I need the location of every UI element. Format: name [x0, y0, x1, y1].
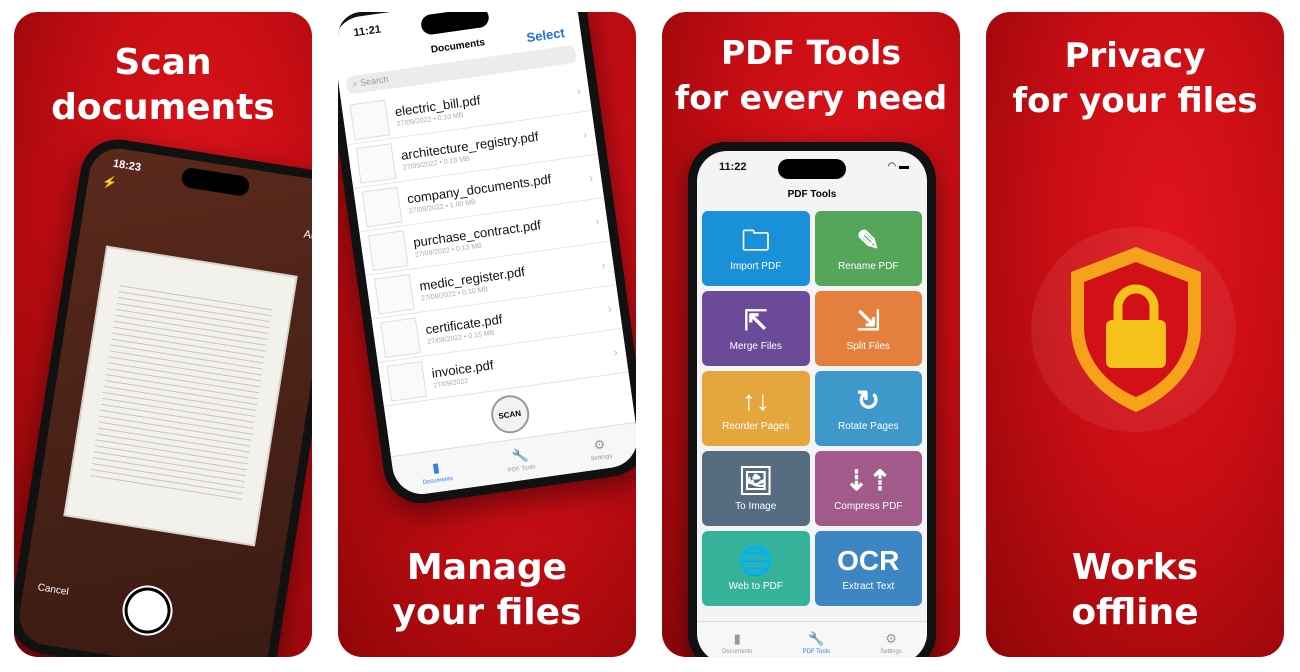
chevron-right-icon: ›	[606, 300, 613, 316]
tab-settings[interactable]: ⚙ Settings	[588, 435, 612, 462]
panel-privacy: Privacy for your files Works offline	[986, 12, 1284, 657]
compress-icon: ⇣⇡	[844, 464, 892, 496]
panel-pdf-tools: PDF Tools for every need 11:22 ◠ ▬ PDF To…	[662, 12, 960, 657]
gear-icon: ⚙	[592, 435, 607, 453]
tool-split-files[interactable]: ⇲ Split Files	[814, 291, 922, 366]
tool-label: Import PDF	[730, 260, 782, 272]
document-icon: ▮	[733, 630, 741, 646]
tool-rotate-pages[interactable]: ↻ Rotate Pages	[814, 371, 922, 446]
headline: Scan documents	[51, 42, 275, 128]
tool-merge-files[interactable]: ⇱ Merge Files	[702, 291, 810, 366]
tab-pdf-tools[interactable]: 🔧 PDF Tools	[803, 631, 831, 655]
gear-icon: ⚙	[885, 630, 897, 646]
tool-label: Compress PDF	[834, 500, 903, 512]
chevron-right-icon: ›	[575, 82, 582, 98]
scanned-document	[65, 247, 296, 545]
file-thumbnail	[355, 142, 397, 184]
wrench-icon: 🔧	[510, 446, 529, 464]
chevron-right-icon: ›	[588, 169, 594, 185]
image-icon: 🖼	[737, 464, 774, 496]
reorder-arrows-icon: ↑↓	[741, 384, 770, 416]
scan-button[interactable]: SCAN	[488, 392, 532, 436]
tool-label: To Image	[735, 500, 777, 512]
tool-label: Web to PDF	[728, 580, 783, 592]
file-thumbnail	[373, 273, 415, 315]
file-thumbnail	[361, 186, 403, 227]
phone-mockup: 18:23 ⚡ Auto Cancel	[14, 134, 312, 657]
tool-label: Split Files	[846, 340, 890, 352]
shutter-button[interactable]	[124, 587, 171, 634]
chevron-right-icon: ›	[612, 344, 619, 359]
panel-scan-documents: Scan documents 18:23 ⚡ Auto Cancel	[14, 12, 312, 657]
split-files-icon: ⇲	[856, 304, 880, 336]
wrench-icon: 🔧	[808, 630, 825, 646]
tool-label: Rotate Pages	[837, 420, 899, 432]
headline: Privacy for your files	[1012, 36, 1258, 121]
auto-mode-button[interactable]: Auto	[303, 228, 312, 243]
headline: Works offline	[1071, 547, 1199, 633]
rotate-icon: ↻	[856, 384, 880, 416]
tool-label: Reorder Pages	[722, 420, 790, 432]
tool-label: Extract Text	[842, 580, 895, 592]
panel-manage-files: 11:21 Select Documents ⌕ Search electric…	[338, 12, 636, 657]
file-list: electric_bill.pdf 27/09/2022 • 0.10 MB › ar…	[341, 67, 629, 407]
tool-label: Merge Files	[729, 340, 782, 352]
flash-icon[interactable]: ⚡	[101, 174, 118, 190]
screen-title: PDF Tools	[787, 189, 837, 200]
pencil-icon: ✎	[856, 224, 880, 256]
folder-icon: 🗀	[741, 224, 770, 256]
phone-mockup: 11:22 ◠ ▬ PDF Tools 🗀 Import PDF ✎ Rename P…	[688, 142, 936, 657]
shield-lock-icon	[1071, 247, 1201, 412]
tools-grid: 🗀 Import PDF ✎ Rename PDF ⇱ Merge Files ⇲ Split…	[697, 211, 927, 606]
ocr-icon: OCR	[837, 544, 900, 576]
tab-pdf-tools[interactable]: 🔧 PDF Tools	[505, 446, 536, 474]
tool-reorder-pages[interactable]: ↑↓ Reorder Pages	[702, 371, 810, 446]
file-thumbnail	[386, 360, 427, 402]
tool-extract-text[interactable]: OCR Extract Text	[814, 531, 922, 606]
globe-icon: 🌐	[738, 544, 774, 576]
chevron-right-icon: ›	[600, 257, 607, 272]
cancel-button[interactable]: Cancel	[37, 582, 69, 598]
status-time: 11:22	[719, 161, 747, 173]
chevron-right-icon: ›	[594, 213, 601, 228]
tool-rename-pdf[interactable]: ✎ Rename PDF	[814, 211, 922, 286]
tool-to-image[interactable]: 🖼 To Image	[702, 451, 810, 526]
battery-wifi-icon: ◠ ▬	[887, 161, 909, 172]
file-thumbnail	[367, 229, 409, 271]
tool-label: Rename PDF	[837, 260, 899, 272]
status-time: 18:23	[112, 157, 142, 174]
tab-documents[interactable]: ▮ Documents	[420, 458, 453, 485]
document-icon: ▮	[431, 459, 441, 476]
headline: PDF Tools for every need	[674, 33, 948, 117]
tool-compress-pdf[interactable]: ⇣⇡ Compress PDF	[814, 451, 922, 526]
file-thumbnail	[380, 316, 421, 358]
merge-files-icon: ⇱	[744, 304, 768, 336]
status-time: 11:21	[352, 23, 382, 40]
file-thumbnail	[349, 99, 391, 140]
phone-mockup: 11:21 Select Documents ⌕ Search electric…	[338, 12, 636, 509]
tool-web-to-pdf[interactable]: 🌐 Web to PDF	[702, 531, 810, 606]
tab-documents[interactable]: ▮ Documents	[722, 631, 752, 655]
headline: Manage your files	[392, 547, 582, 633]
tab-bar: ▮ Documents 🔧 PDF Tools ⚙ Settings	[697, 621, 927, 657]
chevron-right-icon: ›	[581, 126, 588, 141]
tab-settings[interactable]: ⚙ Settings	[880, 631, 902, 655]
tool-import-pdf[interactable]: 🗀 Import PDF	[702, 211, 810, 286]
tab-bar: ▮ Documents 🔧 PDF Tools ⚙ Settings	[390, 421, 636, 498]
